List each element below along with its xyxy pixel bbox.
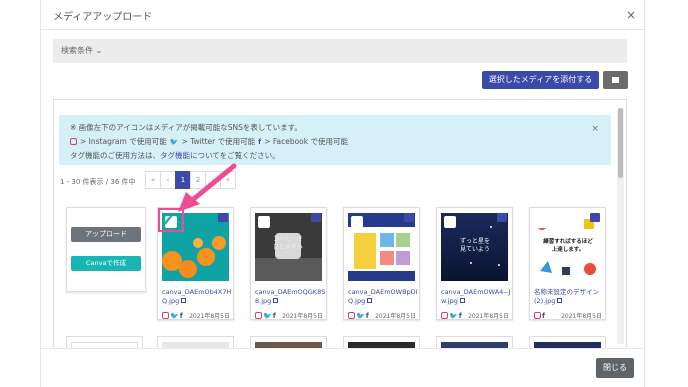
alert-line-2: > Instagram で使用可能 🐦 > Twitter で使用可能 f > … xyxy=(70,136,348,147)
media-upload-modal: メディアアップロード × 検索条件 ⌄ 選択したメディアを添付する ※ 画像左下… xyxy=(40,0,646,387)
alert-line-3-text: タグ機能のご使用方法は、 xyxy=(70,151,160,160)
tag-icon[interactable] xyxy=(218,213,228,222)
media-name[interactable]: 名称未設定のデザイン (2).jpg xyxy=(534,288,606,306)
twitter-icon: 🐦 xyxy=(169,137,179,146)
media-date: 2021年8月5日 xyxy=(282,313,323,320)
media-meta: f 2021年8月5日 xyxy=(534,311,602,320)
tag-icon[interactable] xyxy=(497,213,507,222)
instagram-icon xyxy=(534,312,541,319)
external-link-icon xyxy=(181,298,187,303)
facebook-icon: f xyxy=(258,137,262,146)
modal-title: メディアアップロード xyxy=(53,12,153,23)
alert-close-icon[interactable]: × xyxy=(591,124,599,134)
twitter-icon: 🐦 xyxy=(356,311,365,320)
media-meta: 🐦 f 2021年8月5日 xyxy=(441,311,509,320)
twitter-icon: 🐦 xyxy=(449,311,458,320)
canva-create-button[interactable]: Canvaで作成 xyxy=(71,256,141,271)
alert-line-3: タグ機能のご使用方法は、タグ機能についてをご覧ください。 xyxy=(70,150,280,161)
media-name[interactable]: canva_DAEmOQGK8S8.jpg xyxy=(255,288,327,306)
close-icon[interactable]: × xyxy=(626,8,636,22)
media-panel: ※ 画像左下のアイコンはメディアが掲載可能なSNSを表しています。 > Inst… xyxy=(53,99,627,349)
select-checkbox[interactable] xyxy=(258,216,270,228)
media-name[interactable]: canva_DAEmOb4X7HQ.jpg xyxy=(162,288,234,306)
scrollbar-thumb[interactable] xyxy=(618,108,623,178)
close-button[interactable]: 閉じる xyxy=(596,358,634,378)
media-name[interactable]: canva_DAEmOWBpDIQ.jpg xyxy=(348,288,420,306)
facebook-icon: f xyxy=(365,311,369,320)
twitter-icon: 🐦 xyxy=(170,311,179,320)
panel-scrollbar[interactable] xyxy=(617,108,624,344)
sns-info-alert: ※ 画像左下のアイコンはメディアが掲載可能なSNSを表しています。 > Inst… xyxy=(59,115,611,165)
list-view-button[interactable] xyxy=(603,71,628,89)
facebook-icon: f xyxy=(542,311,546,320)
tag-icon[interactable] xyxy=(404,213,414,222)
instagram-note: > Instagram で使用可能 xyxy=(80,137,167,146)
media-name[interactable]: canva_DAEmOWA4--Jw.jpg xyxy=(441,288,513,306)
tag-icon[interactable] xyxy=(311,213,321,222)
external-link-icon xyxy=(367,298,373,303)
media-meta: 🐦 f 2021年8月5日 xyxy=(255,311,323,320)
check-icon: ✔ xyxy=(161,211,175,230)
alert-line-1: ※ 画像左下のアイコンはメディアが掲載可能なSNSを表しています。 xyxy=(70,123,302,132)
attach-selected-media-button[interactable]: 選択したメディアを添付する xyxy=(482,71,599,89)
external-link-icon xyxy=(557,298,563,303)
tag-feature-link[interactable]: タグ機能 xyxy=(160,151,190,160)
instagram-icon xyxy=(70,138,77,145)
select-checkbox[interactable] xyxy=(444,216,456,228)
facebook-icon: f xyxy=(272,311,276,320)
media-date: 2021年8月5日 xyxy=(375,313,416,320)
modal-header: メディアアップロード × xyxy=(41,0,646,30)
media-card[interactable]: ずっと星を見ていよう canva_DAEmOWA4--Jw.jpg 🐦 f 202… xyxy=(436,207,513,320)
modal-footer: 閉じる xyxy=(41,348,646,387)
facebook-icon: f xyxy=(179,311,183,320)
instagram-icon xyxy=(162,312,169,319)
page-prev[interactable]: ‹ xyxy=(160,171,176,189)
media-date: 2021年8月5日 xyxy=(561,313,602,320)
media-card[interactable]: コーヒーでひとやすみ canva_DAEmOQGK8S8.jpg 🐦 f 2021… xyxy=(250,207,327,320)
twitter-note: > Twitter で使用可能 xyxy=(181,137,256,146)
media-card[interactable]: canva_DAEmOWBpDIQ.jpg 🐦 f 2021年8月5日 xyxy=(343,207,420,320)
facebook-icon: f xyxy=(458,311,462,320)
external-link-icon xyxy=(459,298,465,303)
alert-line-3-suffix: についてをご覧ください。 xyxy=(190,151,280,160)
pink-arrow-annotation xyxy=(178,163,237,212)
upload-card: アップロード Canvaで作成 xyxy=(66,207,146,292)
instagram-icon xyxy=(441,312,448,319)
media-date: 2021年8月5日 xyxy=(468,313,509,320)
media-date: 2021年8月5日 xyxy=(189,313,230,320)
search-conditions-label: 検索条件 ⌄ xyxy=(61,46,103,55)
page-first[interactable]: « xyxy=(145,171,161,189)
media-meta: 🐦 f 2021年8月5日 xyxy=(348,311,416,320)
instagram-icon xyxy=(348,312,355,319)
search-conditions-toggle[interactable]: 検索条件 ⌄ xyxy=(53,39,627,63)
select-checkbox[interactable] xyxy=(351,216,363,228)
facebook-note: > Facebook で使用可能 xyxy=(264,137,348,146)
list-icon xyxy=(612,77,619,83)
thumb-text: コーヒーでひとやすみ xyxy=(273,236,303,251)
instagram-icon xyxy=(255,312,262,319)
select-checkbox[interactable] xyxy=(537,216,549,228)
external-link-icon xyxy=(273,298,279,303)
upload-button[interactable]: アップロード xyxy=(71,227,141,242)
tag-icon[interactable] xyxy=(590,213,600,222)
result-count: 1 - 30 件表示 / 36 件中 xyxy=(60,178,136,186)
media-meta: 🐦 f 2021年8月5日 xyxy=(162,311,230,320)
media-card[interactable]: 練習すればするほど上達します。 名称未設定のデザイン (2).jpg f 202… xyxy=(529,207,606,320)
twitter-icon: 🐦 xyxy=(263,311,272,320)
